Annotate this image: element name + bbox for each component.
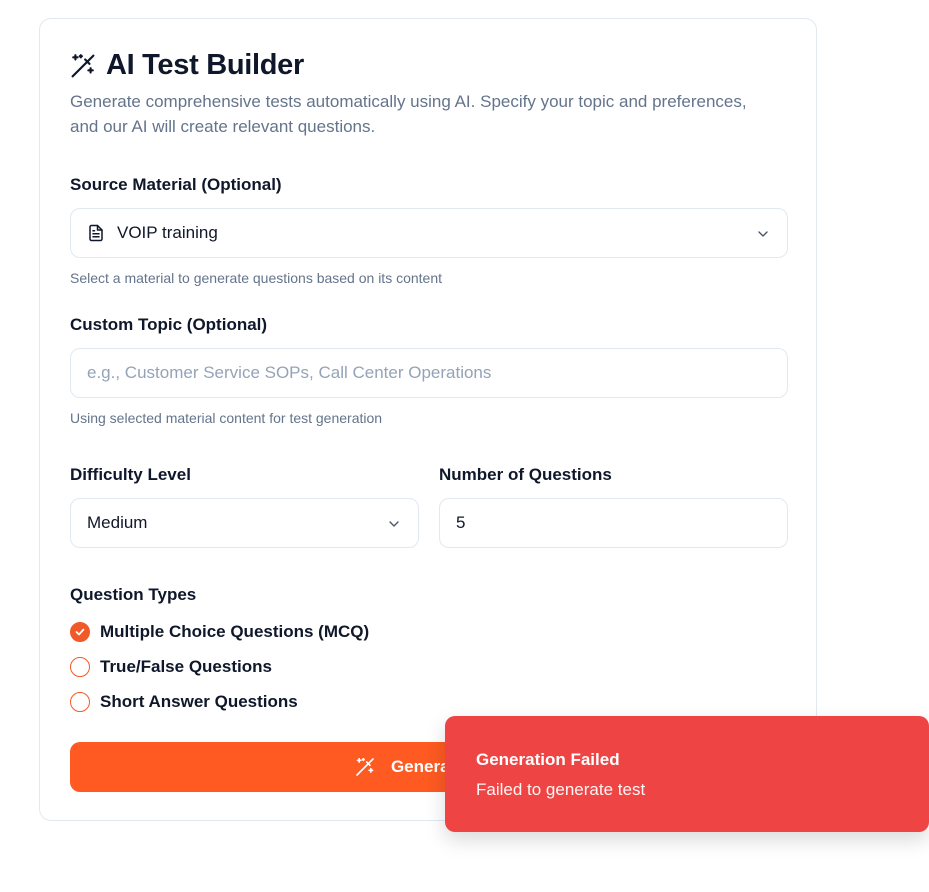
source-material-select[interactable]: VOIP training	[70, 208, 788, 258]
checkbox-checked[interactable]	[70, 622, 90, 642]
custom-topic-hint: Using selected material content for test…	[70, 410, 383, 426]
question-type-true-false[interactable]: True/False Questions	[70, 657, 272, 677]
difficulty-label: Difficulty Level	[70, 465, 191, 484]
checkbox-unchecked[interactable]	[70, 657, 90, 677]
custom-topic-input[interactable]: e.g., Customer Service SOPs, Call Center…	[70, 348, 788, 398]
question-type-mcq[interactable]: Multiple Choice Questions (MCQ)	[70, 622, 369, 642]
page-description: Generate comprehensive tests automatical…	[70, 92, 747, 136]
chevron-down-icon	[755, 226, 771, 247]
error-toast[interactable]: Generation Failed Failed to generate tes…	[445, 716, 929, 832]
question-types-label: Question Types	[70, 585, 197, 604]
toast-title: Generation Failed	[476, 750, 620, 769]
difficulty-select[interactable]: Medium	[70, 498, 419, 548]
question-type-short-answer[interactable]: Short Answer Questions	[70, 692, 298, 712]
num-questions-value: 5	[456, 513, 466, 532]
difficulty-value: Medium	[87, 513, 148, 532]
file-text-icon	[87, 224, 105, 242]
source-material-hint: Select a material to generate questions …	[70, 270, 443, 286]
page-title: AI Test Builder	[106, 49, 304, 81]
check-icon	[75, 628, 85, 636]
wand-sparkles-icon	[70, 53, 96, 79]
ai-test-builder-card: AI Test Builder Generate comprehensive t…	[39, 18, 817, 821]
custom-topic-label: Custom Topic (Optional)	[70, 315, 268, 334]
num-questions-input[interactable]: 5	[439, 498, 788, 548]
custom-topic-placeholder: e.g., Customer Service SOPs, Call Center…	[87, 363, 492, 382]
source-material-value: VOIP training	[117, 223, 218, 242]
checkbox-unchecked[interactable]	[70, 692, 90, 712]
question-type-label: True/False Questions	[100, 657, 272, 676]
toast-message: Failed to generate test	[476, 780, 646, 799]
question-type-label: Multiple Choice Questions (MCQ)	[100, 622, 370, 641]
question-type-label: Short Answer Questions	[100, 692, 298, 711]
chevron-down-icon	[386, 516, 402, 537]
header: AI Test Builder	[70, 49, 304, 82]
wand-sparkles-icon	[355, 757, 375, 777]
num-questions-label: Number of Questions	[439, 465, 612, 484]
source-material-label: Source Material (Optional)	[70, 175, 282, 194]
